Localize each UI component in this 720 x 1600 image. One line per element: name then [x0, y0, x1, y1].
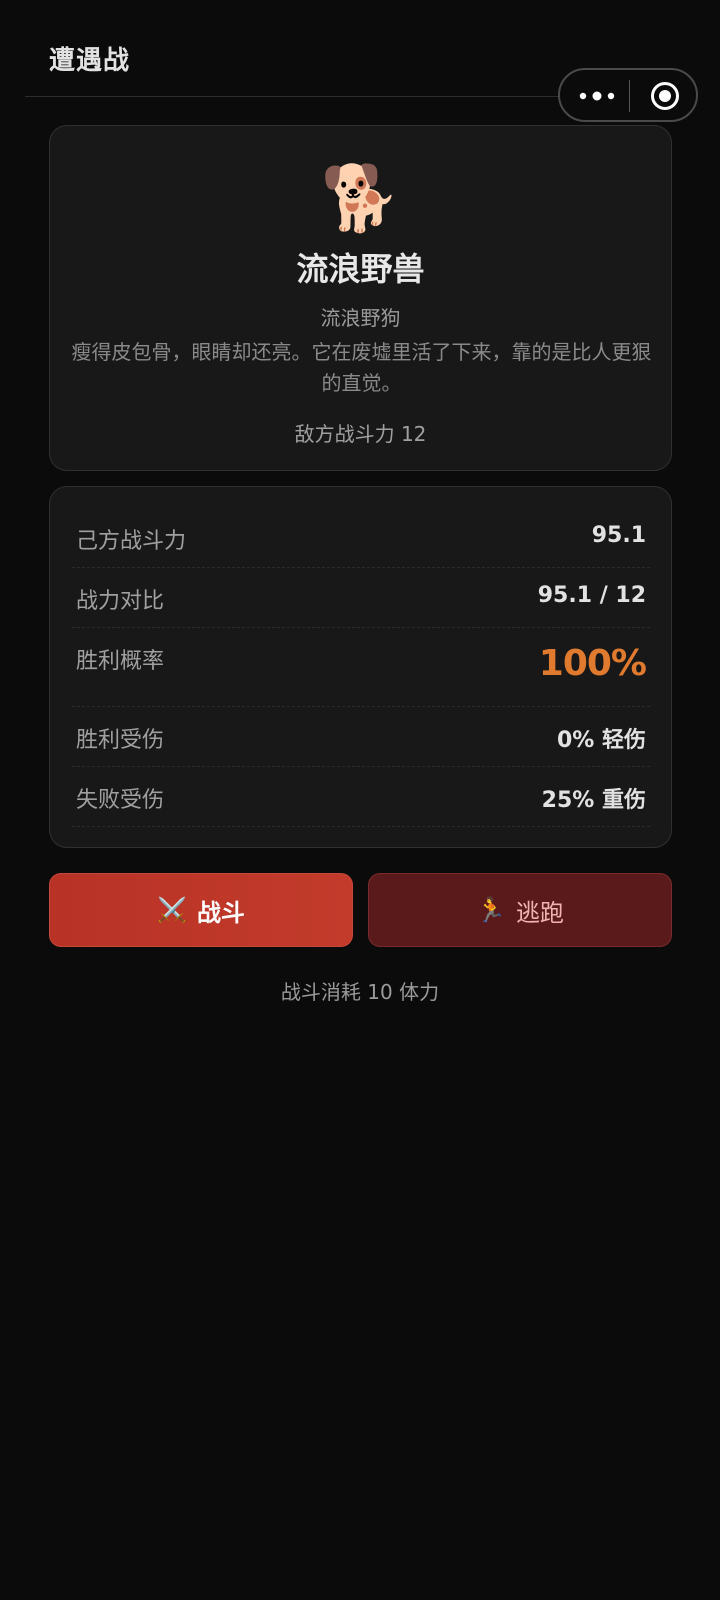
- stamina-cost-note: 战斗消耗 10 体力: [280, 980, 440, 1004]
- battle-stats-card: 己方战斗力 95.1 战力对比 95.1 / 12 胜利概率 100% 胜利受伤…: [49, 486, 672, 848]
- flee-button[interactable]: 🏃 逃跑: [368, 873, 672, 947]
- stat-row-lose-injury: 失败受伤 25% 重伤: [72, 766, 650, 827]
- more-options-icon[interactable]: [578, 87, 616, 105]
- mini-program-capsule: [558, 68, 698, 122]
- enemy-name: 流浪野兽: [296, 250, 425, 288]
- enemy-subtitle: 流浪野狗: [320, 306, 401, 330]
- close-mini-program-icon[interactable]: [650, 81, 680, 111]
- page-title: 遭遇战: [49, 46, 131, 76]
- running-person-icon: 🏃: [476, 896, 506, 924]
- dog-icon: 🐕: [320, 162, 401, 236]
- capsule-divider: [629, 80, 630, 112]
- enemy-power: 敌方战斗力 12: [294, 422, 427, 446]
- stat-row-power-ratio: 战力对比 95.1 / 12: [72, 567, 650, 628]
- stat-value: 25% 重伤: [541, 788, 646, 813]
- stat-label: 胜利受伤: [76, 728, 165, 753]
- stat-row-own-power: 己方战斗力 95.1: [72, 507, 650, 568]
- crossed-swords-icon: ⚔️: [157, 896, 187, 924]
- stat-value: 0% 轻伤: [556, 728, 646, 753]
- win-probability-value: 100%: [538, 643, 647, 684]
- stat-value: 95.1 / 12: [537, 583, 646, 608]
- enemy-description: 瘦得皮包骨，眼睛却还亮。它在废墟里活了下来，靠的是比人更狠的直觉。: [71, 340, 652, 395]
- stat-label: 失败受伤: [76, 788, 165, 813]
- stat-label: 己方战斗力: [76, 529, 187, 554]
- stat-value: 95.1: [591, 523, 646, 548]
- stat-label: 战力对比: [76, 589, 165, 614]
- fight-button[interactable]: ⚔️ 战斗: [49, 873, 353, 947]
- stat-row-win-chance: 胜利概率 100%: [72, 627, 650, 707]
- flee-button-label: 逃跑: [515, 898, 564, 927]
- stat-row-win-injury: 胜利受伤 0% 轻伤: [72, 706, 650, 767]
- stat-label: 胜利概率: [76, 649, 165, 674]
- encounter-page: 遭遇战 🐕 流浪野兽 流浪野狗 瘦得皮包骨，眼睛却还亮。它在废墟里活了下来，靠的…: [0, 0, 720, 1600]
- enemy-card: 🐕 流浪野兽 流浪野狗 瘦得皮包骨，眼睛却还亮。它在废墟里活了下来，靠的是比人更…: [49, 125, 672, 471]
- fight-button-label: 战斗: [196, 898, 245, 927]
